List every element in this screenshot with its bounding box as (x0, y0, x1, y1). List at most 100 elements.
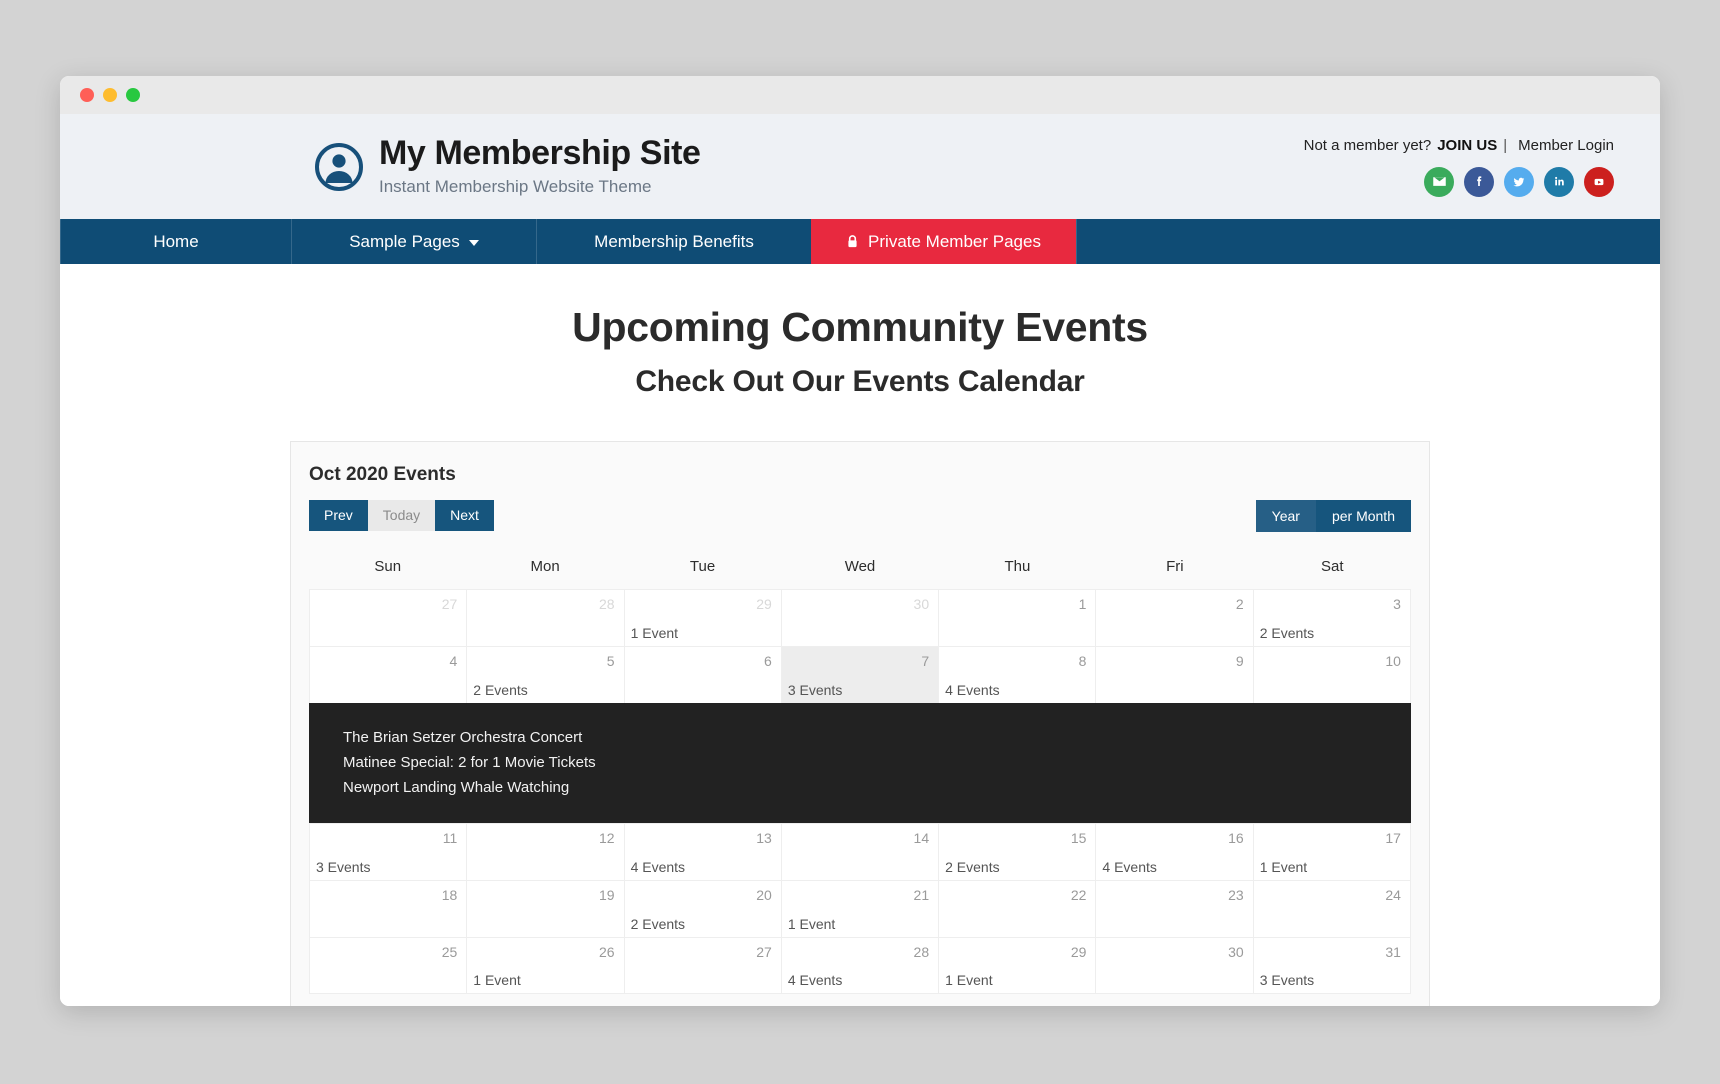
calendar-day-cell[interactable]: 20 2 Events (623, 879, 781, 937)
calendar-day-cell[interactable]: 15 2 Events (938, 822, 1096, 880)
calendar-day-cell[interactable]: 25 (309, 936, 467, 994)
calendar-day-cell[interactable]: 3 2 Events (1252, 589, 1411, 646)
view-toggle: Year per Month (1255, 500, 1411, 532)
calendar-day-cell[interactable]: 7 3 Events (780, 646, 939, 703)
calendar-day-cell[interactable]: 10 (1252, 646, 1411, 703)
calendar-day-cell[interactable]: 26 1 Event (466, 936, 624, 994)
prev-button[interactable]: Prev (309, 500, 368, 531)
day-number: 5 (606, 653, 615, 669)
nav-item-membership-benefits[interactable]: Membership Benefits (536, 219, 811, 264)
calendar-day-cell[interactable]: 8 4 Events (938, 646, 1096, 703)
day-event-count[interactable]: 1 Event (945, 972, 992, 988)
day-event-count[interactable]: 4 Events (1102, 859, 1156, 875)
event-title[interactable]: Newport Landing Whale Watching (343, 775, 1411, 800)
day-number: 10 (1385, 653, 1401, 669)
next-button[interactable]: Next (435, 500, 494, 531)
per-month-toggle-button[interactable]: per Month (1316, 500, 1411, 532)
day-number: 3 (1393, 596, 1401, 612)
day-event-count[interactable]: 1 Event (1260, 859, 1307, 875)
calendar-day-cell[interactable]: 11 3 Events (309, 822, 467, 880)
email-icon[interactable] (1424, 166, 1454, 197)
calendar-day-cell[interactable]: 22 (938, 879, 1096, 937)
calendar-day-cell[interactable]: 28 (466, 589, 624, 646)
calendar-day-cell[interactable]: 31 3 Events (1252, 936, 1411, 994)
nav-item-private-member-pages[interactable]: Private Member Pages (811, 219, 1076, 264)
member-links: Not a member yet? JOIN US | Member Login (1304, 137, 1614, 154)
youtube-icon[interactable] (1584, 166, 1614, 197)
day-number: 28 (598, 596, 615, 612)
day-number: 18 (441, 886, 458, 903)
day-number: 17 (1385, 829, 1401, 846)
calendar-day-cell[interactable]: 12 (466, 822, 624, 880)
day-event-count[interactable]: 3 Events (1260, 972, 1314, 988)
site-header: My Membership Site Instant Membership We… (60, 114, 1660, 219)
event-title[interactable]: The Brian Setzer Orchestra Concert (343, 725, 1411, 750)
calendar-day-cell[interactable]: 2 (1095, 589, 1253, 646)
calendar-day-cell[interactable]: 27 (309, 589, 467, 646)
calendar-day-cell[interactable]: 21 1 Event (780, 879, 939, 937)
calendar-day-cell[interactable]: 19 (466, 879, 624, 937)
today-button[interactable]: Today (367, 500, 436, 531)
calendar-day-cell[interactable]: 28 4 Events (780, 936, 939, 994)
day-number: 29 (756, 596, 772, 612)
events-calendar: Oct 2020 Events Prev Today Next Year per… (290, 441, 1430, 1006)
calendar-week-row: 4 5 2 Events 6 7 3 Events 8 4 Events 9 10 (309, 646, 1411, 703)
site-brand[interactable]: My Membership Site Instant Membership We… (315, 135, 701, 197)
day-event-count[interactable]: 4 Events (788, 972, 842, 988)
calendar-day-cell[interactable]: 1 (938, 589, 1096, 646)
nav-item-sample-pages[interactable]: Sample Pages (291, 219, 536, 264)
twitter-icon[interactable] (1504, 166, 1534, 197)
day-event-count[interactable]: 2 Events (945, 859, 999, 875)
day-number: 30 (1228, 943, 1244, 960)
calendar-title: Oct 2020 Events (309, 464, 456, 485)
weekday-header: Fri (1166, 558, 1184, 575)
nav-empty-area (1076, 219, 1660, 264)
calendar-day-cell[interactable]: 4 (309, 646, 467, 703)
calendar-day-cell[interactable]: 13 4 Events (623, 822, 781, 880)
day-event-count[interactable]: 4 Events (631, 859, 685, 875)
calendar-day-cell[interactable]: 18 (309, 879, 467, 937)
day-event-count[interactable]: 1 Event (473, 972, 520, 988)
day-event-count[interactable]: 2 Events (1260, 625, 1314, 641)
join-us-link[interactable]: JOIN US (1437, 137, 1497, 154)
event-title[interactable]: Matinee Special: 2 for 1 Movie Tickets (343, 750, 1411, 775)
facebook-icon[interactable] (1464, 166, 1494, 197)
calendar-day-cell[interactable]: 16 4 Events (1095, 822, 1253, 880)
day-event-count[interactable]: 1 Event (631, 625, 678, 641)
day-event-count[interactable]: 3 Events (788, 682, 842, 698)
calendar-weeks: 27 28 29 1 Event 30 1 2 3 2 Events 4 5 2 Events 6 7 3 … (309, 589, 1411, 994)
calendar-day-cell[interactable]: 9 (1095, 646, 1253, 703)
day-number: 24 (1385, 886, 1401, 903)
member-login-link[interactable]: Member Login (1518, 137, 1614, 154)
day-event-count[interactable]: 2 Events (473, 682, 527, 698)
calendar-day-cell[interactable]: 6 (623, 646, 781, 703)
calendar-day-cell[interactable]: 30 (780, 589, 939, 646)
expanded-events-panel: The Brian Setzer Orchestra Concert Matine… (309, 703, 1411, 823)
calendar-day-cell[interactable]: 24 (1252, 879, 1411, 937)
day-event-count[interactable]: 1 Event (788, 916, 835, 932)
social-links (1424, 166, 1614, 197)
day-number: 31 (1385, 943, 1401, 960)
maximize-window-dot[interactable] (126, 88, 140, 102)
calendar-week-row: 25 26 1 Event 27 28 4 Events 29 1 Event 30 31 3 Ev… (309, 936, 1411, 994)
nav-item-home[interactable]: Home (60, 219, 291, 264)
calendar-day-cell[interactable]: 23 (1095, 879, 1253, 937)
day-number: 29 (1070, 943, 1087, 960)
calendar-day-cell[interactable]: 14 (780, 822, 939, 880)
day-event-count[interactable]: 2 Events (631, 916, 685, 932)
header-right: Not a member yet? JOIN US | Member Login (1304, 137, 1614, 197)
year-toggle-button[interactable]: Year (1255, 500, 1316, 532)
calendar-day-cell[interactable]: 29 1 Event (938, 936, 1096, 994)
weekday-header: Mon (530, 558, 560, 575)
minimize-window-dot[interactable] (103, 88, 117, 102)
calendar-day-cell[interactable]: 27 (623, 936, 781, 994)
linkedin-icon[interactable] (1544, 166, 1574, 197)
day-event-count[interactable]: 4 Events (945, 682, 999, 698)
calendar-day-cell[interactable]: 5 2 Events (466, 646, 624, 703)
site-tagline: Instant Membership Website Theme (379, 176, 652, 196)
calendar-day-cell[interactable]: 17 1 Event (1252, 822, 1411, 880)
calendar-day-cell[interactable]: 30 (1095, 936, 1253, 994)
calendar-day-cell[interactable]: 29 1 Event (623, 589, 781, 646)
day-event-count[interactable]: 3 Events (316, 859, 370, 875)
close-window-dot[interactable] (80, 88, 94, 102)
